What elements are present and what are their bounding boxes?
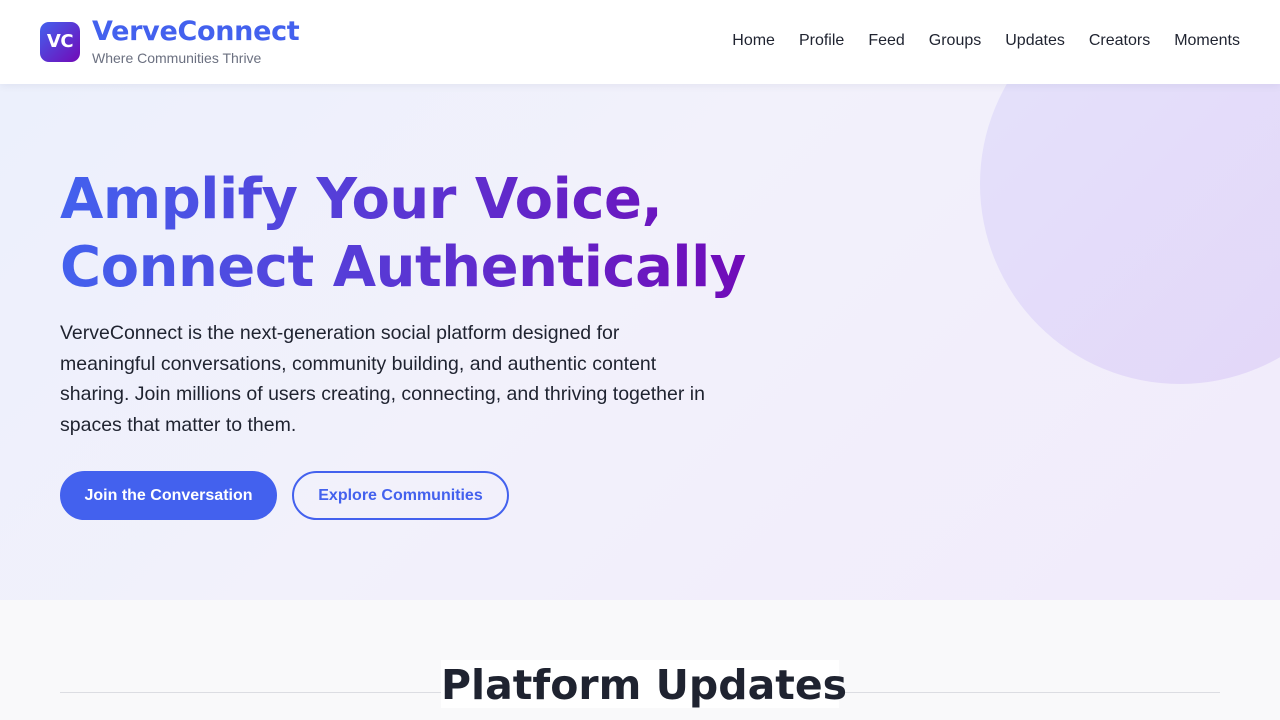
- nav-link-groups[interactable]: Groups: [929, 30, 981, 52]
- logo-icon[interactable]: VC: [40, 22, 80, 62]
- site-header: VC VerveConnect Where Communities Thrive…: [0, 0, 1280, 84]
- brand-name[interactable]: VerveConnect: [92, 15, 300, 49]
- explore-communities-button[interactable]: Explore Communities: [292, 471, 509, 520]
- hero-section: Amplify Your Voice, Connect Authenticall…: [0, 84, 1280, 600]
- main-nav: Home Profile Feed Groups Updates Creator…: [732, 30, 1240, 52]
- nav-link-home[interactable]: Home: [732, 30, 775, 52]
- hero-title: Amplify Your Voice, Connect Authenticall…: [60, 166, 760, 302]
- hero-title-line-1: Amplify Your Voice,: [60, 167, 663, 232]
- nav-link-moments[interactable]: Moments: [1174, 30, 1240, 52]
- hero-description: VerveConnect is the next-generation soci…: [60, 322, 705, 436]
- section-title: Platform Updates: [441, 660, 848, 709]
- nav-link-updates[interactable]: Updates: [1005, 30, 1065, 52]
- platform-updates-section: Platform Updates: [0, 600, 1280, 720]
- hero-title-line-2: Connect Authentically: [60, 235, 746, 300]
- nav-link-feed[interactable]: Feed: [868, 30, 904, 52]
- decorative-circle: [980, 84, 1280, 384]
- brand-tagline: Where Communities Thrive: [92, 50, 262, 66]
- nav-link-profile[interactable]: Profile: [799, 30, 844, 52]
- nav-link-creators[interactable]: Creators: [1089, 30, 1150, 52]
- join-conversation-button[interactable]: Join the Conversation: [60, 471, 277, 520]
